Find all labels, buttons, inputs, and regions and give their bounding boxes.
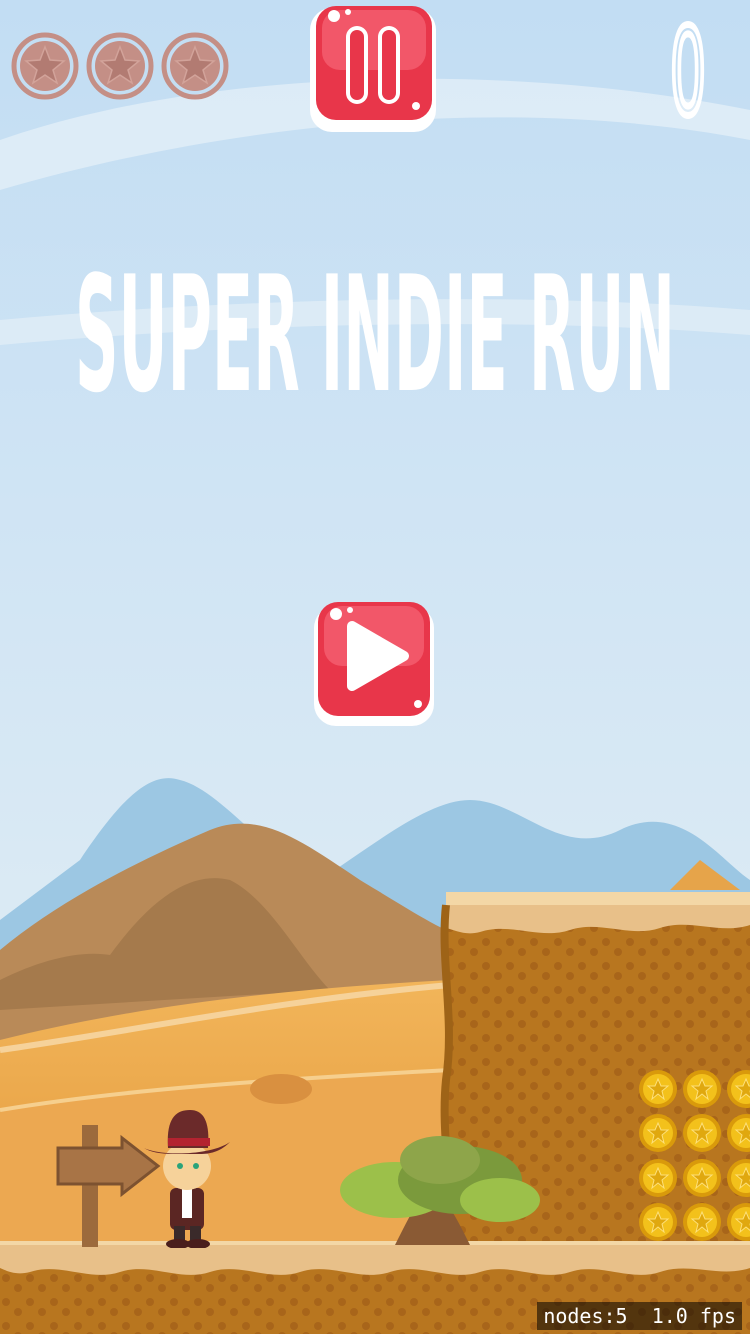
pause-icon — [310, 6, 436, 132]
debug-nodes: nodes:5 — [543, 1304, 628, 1328]
debug-stats: nodes:5 1.0 fps — [537, 1302, 742, 1330]
game-title: SUPER INDIE RUN — [75, 262, 675, 402]
life-star-icon — [161, 32, 229, 100]
game-title-text: SUPER INDIE RUN — [75, 262, 675, 402]
cowboy-player — [144, 1110, 230, 1248]
debug-fps: 1.0 fps — [651, 1304, 736, 1328]
score-value: 0 — [670, 10, 706, 120]
play-icon — [314, 602, 434, 726]
life-star-icon — [11, 32, 79, 100]
life-star-icon — [86, 32, 154, 100]
score-display: 0 — [667, 10, 710, 120]
play-button[interactable] — [312, 600, 436, 728]
pause-button[interactable] — [306, 2, 440, 136]
